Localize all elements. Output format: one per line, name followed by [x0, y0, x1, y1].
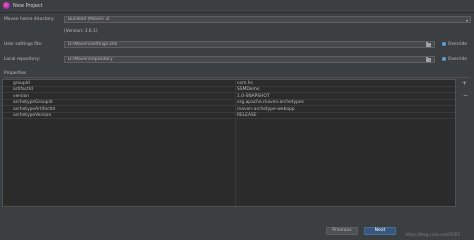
repo-override-label: Override [448, 57, 467, 62]
property-key: archetypeArtifactId [13, 106, 56, 112]
properties-table: groupId com.hs artifactId SSMDemo versio… [2, 79, 456, 207]
properties-heading: Properties [4, 71, 27, 76]
title-bar: New Project [0, 0, 474, 13]
property-key: groupId [13, 80, 30, 86]
property-value: org.apache.maven.archetypes [237, 100, 304, 105]
intellij-logo-icon [3, 2, 10, 9]
local-repo-field[interactable]: D:\Maven\repository [64, 55, 435, 63]
window-title: New Project [13, 2, 43, 9]
folder-icon[interactable] [426, 57, 431, 62]
property-value: com.hs [237, 80, 253, 86]
watermark: https://blog.csdn.net/OYiR2 [405, 232, 460, 237]
property-value: maven-archetype-webapp [237, 106, 295, 112]
property-value: RELEASE [237, 113, 257, 118]
property-value: 1.0-SNAPSHOT [237, 93, 270, 99]
property-key: artifactId [13, 87, 33, 92]
add-property-button[interactable]: + [462, 80, 467, 87]
chevron-down-icon: ▾ [465, 17, 468, 23]
local-repo-label: Local repository: [4, 57, 41, 62]
checkbox-checked-icon[interactable]: ✓ [442, 42, 446, 46]
user-settings-field[interactable]: D:\Maven\settings.xml [64, 40, 435, 48]
property-key: archetypeVersion [13, 113, 52, 118]
property-key: archetypeGroupId [13, 100, 53, 105]
maven-home-value: Bundled (Maven 3) [68, 16, 110, 22]
next-button[interactable]: Next [364, 227, 396, 235]
property-value: SSMDemo [237, 87, 260, 92]
user-settings-label: User settings file: [4, 42, 43, 47]
maven-version-note: (Version: 3.6.1) [64, 29, 98, 34]
previous-button[interactable]: Previous [326, 227, 358, 235]
folder-icon[interactable] [426, 42, 431, 47]
remove-property-button[interactable]: − [463, 92, 468, 99]
property-key: version [13, 93, 30, 99]
maven-home-dropdown[interactable]: Bundled (Maven 3) ▾ [64, 15, 471, 23]
settings-override-label: Override [448, 42, 467, 47]
table-row[interactable]: archetypeVersion RELEASE [3, 113, 455, 119]
maven-home-label: Maven home directory: [4, 17, 55, 22]
local-repo-value: D:\Maven\repository [68, 56, 113, 62]
user-settings-value: D:\Maven\settings.xml [68, 41, 118, 47]
checkbox-checked-icon[interactable]: ✓ [442, 57, 446, 61]
divider [4, 77, 470, 78]
